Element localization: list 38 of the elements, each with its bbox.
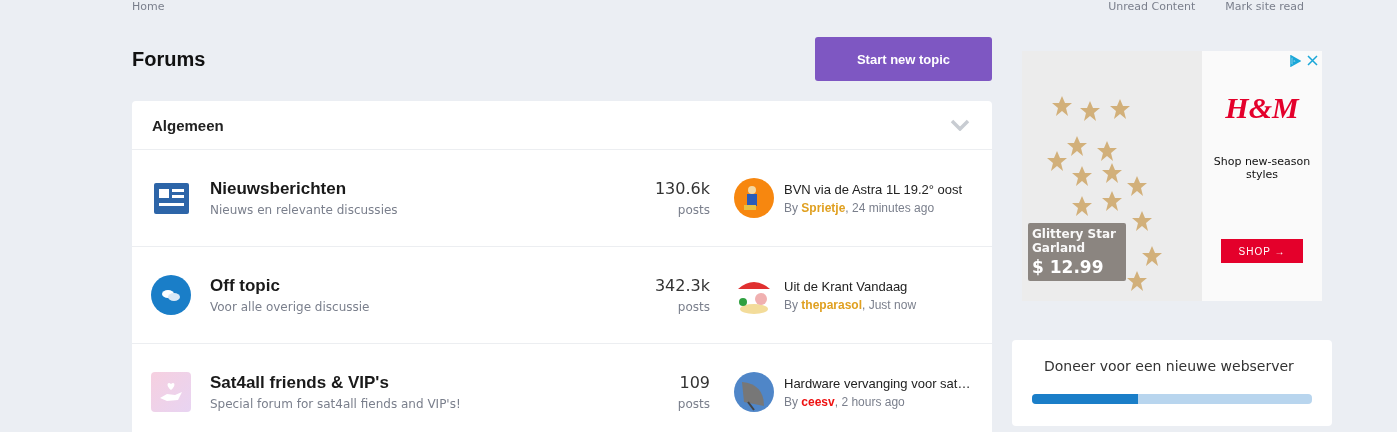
- nav-link[interactable]: Mark site read: [1225, 0, 1304, 14]
- avatar-icon[interactable]: [734, 372, 774, 412]
- posts-label: posts: [676, 397, 710, 411]
- chat-bubbles-icon[interactable]: [151, 275, 191, 315]
- post-count: 130.6k: [653, 179, 710, 198]
- start-topic-button[interactable]: Start new topic: [815, 37, 992, 81]
- last-post-meta: By ceesv, 2 hours ago: [784, 394, 906, 409]
- close-icon[interactable]: [1307, 55, 1318, 66]
- forum-description: Nieuws en relevante discussies: [210, 203, 399, 217]
- heart-hand-icon: [151, 372, 191, 412]
- ad-caption: Glittery Star Garland: [1032, 227, 1117, 255]
- shop-button[interactable]: SHOP →: [1221, 239, 1303, 263]
- posts-label: posts: [676, 203, 710, 217]
- post-count: 109: [678, 373, 710, 392]
- posts-label: posts: [676, 300, 710, 314]
- ad-price: $ 12.99: [1032, 257, 1105, 277]
- forum-description: Voor alle overige discussie: [210, 300, 371, 314]
- category-title: Algemeen: [152, 116, 224, 134]
- last-post-title[interactable]: Hardware vervanging voor sat…: [784, 375, 971, 391]
- newspaper-icon: [153, 182, 189, 214]
- ad-tagline: Shop new-season styles: [1212, 155, 1312, 181]
- breadcrumb-link[interactable]: Home: [132, 0, 165, 14]
- last-post-title[interactable]: Uit de Krant Vandaag: [784, 278, 917, 294]
- forum-description: Special forum for sat4all fiends and VIP's!: [210, 397, 462, 411]
- page-title: Forums: [132, 47, 206, 71]
- post-count: 342.3k: [653, 276, 710, 295]
- forum-title[interactable]: Nieuwsberichten: [210, 179, 600, 199]
- photo-placeholder[interactable]: Glittery Star Garland $ 12.99: [1022, 51, 1202, 301]
- ad-choices-icon[interactable]: [1289, 55, 1301, 67]
- last-post-meta: By Sprietje, 24 minutes ago: [784, 200, 936, 215]
- brand-logo: H&M: [1225, 91, 1299, 125]
- last-post-title[interactable]: BVN via de Astra 1L 19.2° oost: [784, 181, 963, 197]
- donation-title: Doneer voor een nieuwe webserver: [1043, 358, 1295, 374]
- avatar-icon[interactable]: [734, 178, 774, 218]
- forum-title[interactable]: Sat4all friends & VIP's: [210, 373, 600, 393]
- nav-link[interactable]: Unread Content: [1108, 0, 1196, 14]
- last-post-meta: By theparasol, Just now: [784, 297, 917, 312]
- forum-title[interactable]: Off topic: [210, 276, 600, 296]
